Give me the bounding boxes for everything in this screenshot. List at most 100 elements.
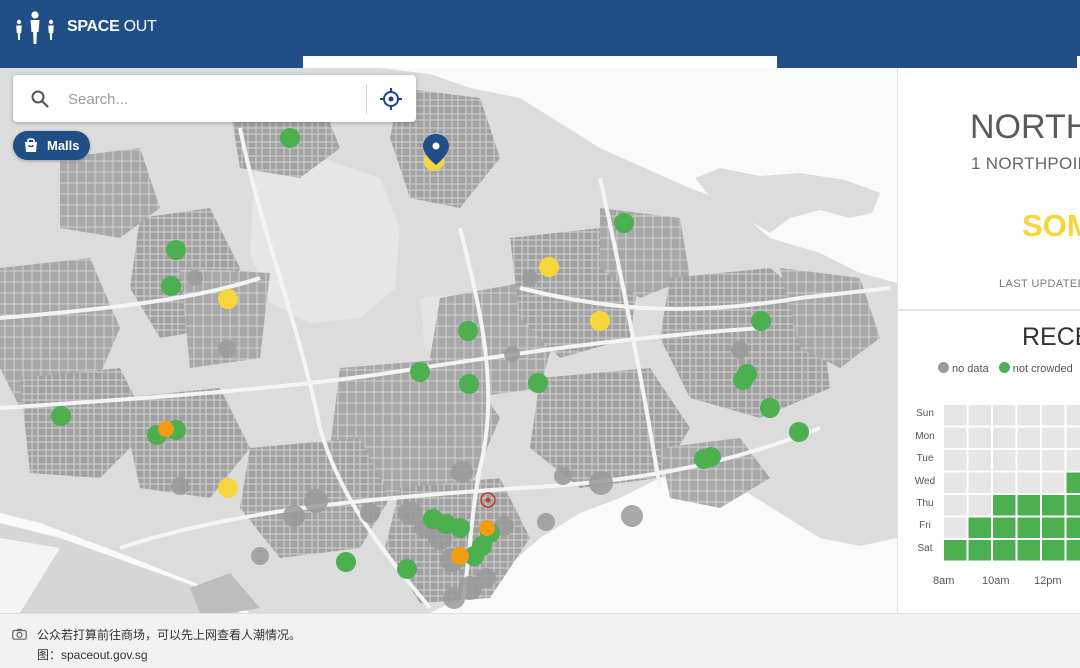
heatmap-cell bbox=[993, 540, 1016, 561]
legend-label: not crowded bbox=[1012, 363, 1073, 375]
legend-dot bbox=[938, 362, 949, 373]
heatmap-cell bbox=[993, 427, 1016, 448]
nature-reserve bbox=[250, 158, 400, 323]
search-input[interactable] bbox=[60, 85, 350, 113]
heatmap-cell bbox=[1042, 540, 1065, 561]
heatmap-cell bbox=[1017, 540, 1040, 561]
search-divider bbox=[366, 84, 367, 114]
mall-marker bbox=[733, 370, 753, 390]
shopping-bag-icon bbox=[25, 138, 37, 152]
heatmap-cell bbox=[1066, 517, 1080, 538]
heatmap-cell bbox=[944, 427, 967, 448]
heatmap-cell bbox=[1042, 495, 1065, 516]
mall-marker bbox=[166, 240, 186, 260]
mall-marker bbox=[751, 311, 771, 331]
heatmap-cell bbox=[1017, 405, 1040, 426]
mall-marker bbox=[451, 547, 469, 565]
heatmap-cell bbox=[944, 450, 967, 471]
mall-marker bbox=[701, 447, 721, 467]
legend-item-no-data: no data bbox=[938, 362, 989, 375]
mall-marker bbox=[410, 362, 430, 382]
mall-marker bbox=[760, 398, 780, 418]
heatmap-cell bbox=[993, 517, 1016, 538]
mall-marker bbox=[614, 213, 634, 233]
heatmap-cell bbox=[968, 517, 991, 538]
legend-item-not-crowded: not crowded bbox=[998, 362, 1073, 375]
mall-name: NORTHPOINT bbox=[970, 108, 1080, 146]
heatmap-cell bbox=[1066, 495, 1080, 516]
heatmap-hour-label: 10am bbox=[982, 575, 1010, 587]
camera-icon bbox=[12, 628, 27, 640]
heatmap-legend: no data not crowded bbox=[938, 362, 1080, 375]
heatmap-cell bbox=[968, 405, 991, 426]
crosshair-icon[interactable] bbox=[379, 87, 403, 111]
heatmap-cell bbox=[968, 495, 991, 516]
mall-marker bbox=[336, 552, 356, 572]
heatmap-cell bbox=[944, 540, 967, 561]
heatmap-cell bbox=[968, 540, 991, 561]
header-extension bbox=[777, 56, 1077, 68]
mall-detail-panel: NORTHPOINT 1 NORTHPOINT DRIVE SOME CROWD… bbox=[897, 68, 1080, 613]
heatmap-cell bbox=[1042, 450, 1065, 471]
legend-dot bbox=[998, 362, 1010, 373]
heatmap-day-label: Wed bbox=[914, 476, 936, 487]
heatmap-cell bbox=[993, 405, 1016, 426]
caption-text: 公众若打算前往商场，可以先上网查看人潮情况。 bbox=[37, 628, 302, 642]
crowd-heatmap bbox=[944, 405, 1080, 561]
heatmap-cell bbox=[1042, 405, 1065, 426]
heatmap-cell bbox=[1017, 495, 1040, 516]
mall-marker bbox=[590, 311, 610, 331]
mall-marker bbox=[397, 559, 417, 579]
heatmap-cell bbox=[1066, 450, 1080, 471]
malls-filter-chip[interactable]: Malls bbox=[13, 131, 90, 160]
crowd-map[interactable] bbox=[0, 68, 897, 613]
mall-marker bbox=[450, 518, 470, 538]
heatmap-cell bbox=[1017, 450, 1040, 471]
heatmap-cell bbox=[1066, 540, 1080, 561]
mall-marker bbox=[479, 520, 495, 536]
header-extension bbox=[0, 56, 303, 68]
heatmap-cell bbox=[1066, 472, 1080, 493]
mall-marker bbox=[539, 257, 559, 277]
heatmap-cell bbox=[944, 472, 967, 493]
heatmap-day-label: Sun bbox=[916, 408, 934, 419]
mall-marker bbox=[218, 478, 238, 498]
mall-marker bbox=[459, 374, 479, 394]
heatmap-day-label: Thu bbox=[916, 498, 934, 509]
heatmap-cell bbox=[1042, 517, 1065, 538]
caption-credit: 图：spaceout.gov.sg bbox=[37, 648, 148, 662]
mall-marker bbox=[51, 406, 71, 426]
app-header bbox=[0, 0, 1080, 56]
mall-address: 1 NORTHPOINT DRIVE bbox=[971, 154, 1080, 173]
malls-filter-label: Malls bbox=[47, 138, 80, 153]
legend-label: no data bbox=[952, 363, 989, 375]
search-icon[interactable] bbox=[30, 89, 50, 109]
mall-marker bbox=[218, 289, 238, 309]
mall-marker bbox=[161, 276, 181, 296]
people-logo-icon bbox=[16, 11, 54, 44]
heatmap-cell bbox=[944, 517, 967, 538]
heatmap-cell bbox=[1042, 472, 1065, 493]
panel-divider bbox=[898, 309, 1080, 311]
heatmap-day-label: Fri bbox=[919, 520, 931, 531]
heatmap-cell bbox=[944, 495, 967, 516]
crowd-status: SOME CROWD bbox=[1022, 208, 1080, 243]
app-title[interactable]: SPACE OUT bbox=[67, 18, 157, 36]
heatmap-cell bbox=[1042, 427, 1065, 448]
map-canvas[interactable] bbox=[0, 68, 897, 613]
heatmap-cell bbox=[968, 472, 991, 493]
heatmap-cell bbox=[993, 450, 1016, 471]
heatmap-cell bbox=[1066, 405, 1080, 426]
mall-marker bbox=[789, 422, 809, 442]
heatmap-hour-label: 8am bbox=[933, 575, 955, 587]
heatmap-cell bbox=[993, 472, 1016, 493]
recent-title: RECENT bbox=[1022, 323, 1080, 351]
heatmap-cell bbox=[993, 495, 1016, 516]
heatmap-cell bbox=[1017, 517, 1040, 538]
mall-marker bbox=[458, 321, 478, 341]
heatmap-day-label: Sat bbox=[917, 543, 933, 554]
mall-marker bbox=[528, 373, 548, 393]
heatmap-cell bbox=[1017, 427, 1040, 448]
heatmap-hour-label: 12pm bbox=[1034, 575, 1062, 587]
heatmap-cell bbox=[968, 450, 991, 471]
